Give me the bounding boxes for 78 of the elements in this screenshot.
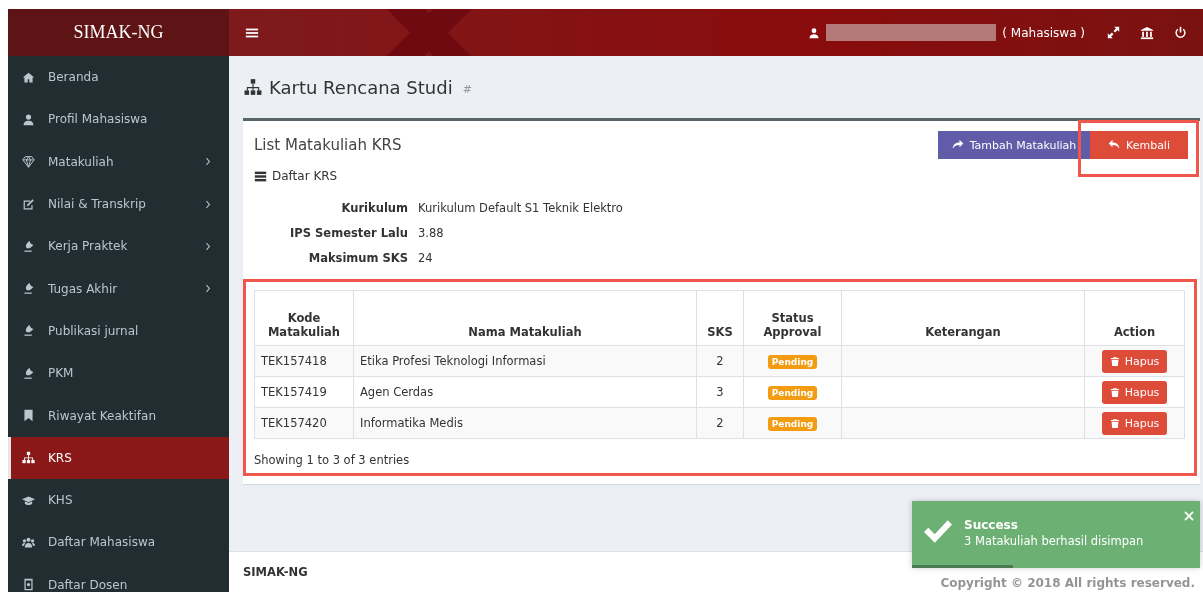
card-title: List Matakuliah KRS <box>254 136 402 154</box>
pen-icon <box>22 239 35 253</box>
info-label: Maksimum SKS <box>308 251 408 265</box>
id-badge-icon <box>22 578 35 592</box>
footer-brand: SIMAK-NG <box>243 565 308 579</box>
user-menu[interactable]: ( Mahasiswa ) <box>808 24 1085 41</box>
page-title: Kartu Rencana Studi <box>269 76 453 98</box>
graduation-cap-icon <box>22 493 35 507</box>
sitemap-icon <box>22 451 35 465</box>
close-icon <box>1184 511 1194 521</box>
column-header: Nama Matakuliah <box>353 290 697 346</box>
sidebar-item[interactable]: Publikasi jurnal <box>8 309 229 353</box>
delete-button[interactable]: Hapus <box>1101 380 1168 404</box>
sidebar-item[interactable]: Tugas Akhir <box>8 267 229 310</box>
user-icon <box>808 26 821 39</box>
user-icon <box>22 112 35 126</box>
expand-icon <box>1107 26 1120 39</box>
pen-icon <box>22 366 35 380</box>
brand-title: SIMAK-NG <box>73 22 164 43</box>
table-cell: Informatika Medis <box>353 407 697 439</box>
sitemap-icon <box>243 78 263 96</box>
power-icon <box>1174 26 1187 39</box>
list-icon <box>254 169 267 183</box>
delete-button[interactable]: Hapus <box>1101 349 1168 373</box>
bank-icon <box>1140 25 1154 40</box>
info-value: 3.88 <box>418 226 445 240</box>
info-value: Kurikulum Default S1 Teknik Elektro <box>418 201 624 215</box>
checkmark-icon <box>924 519 952 544</box>
home-icon <box>22 70 35 84</box>
toast-title: Success <box>964 517 1018 532</box>
info-label: IPS Semester Lalu <box>290 226 408 240</box>
sidebar-item[interactable]: Beranda <box>8 56 229 99</box>
sidebar-item[interactable]: Kerja Praktek <box>8 225 229 268</box>
status-badge: Pending <box>767 385 818 400</box>
users-icon <box>22 535 35 549</box>
sidebar-item[interactable]: Matakuliah <box>8 140 229 183</box>
table-cell: 3 <box>696 376 744 408</box>
add-button[interactable]: Tambah Matakuliah <box>938 131 1090 159</box>
sidebar-item[interactable]: Daftar Dosen <box>8 563 229 592</box>
pen-icon <box>22 324 35 338</box>
sidebar-item[interactable]: KRS <box>8 436 229 479</box>
table-cell: TEK157420 <box>254 407 354 439</box>
sidebar-item[interactable]: Riwayat Keaktifan <box>8 394 229 437</box>
sidebar-item[interactable]: Nilai & Transkrip <box>8 182 229 226</box>
section-subtitle: Daftar KRS <box>272 169 338 183</box>
copyright-text: Copyright © 2018 All rights reserved. <box>940 576 1195 590</box>
column-header: Action <box>1084 290 1185 346</box>
diamond-icon <box>22 155 35 169</box>
user-role: ( Mahasiswa ) <box>1002 25 1085 40</box>
info-label: Kurikulum <box>341 201 408 215</box>
trash-icon <box>1109 386 1120 398</box>
table-cell: TEK157419 <box>254 376 354 408</box>
sidebar-item[interactable]: Profil Mahasiswa <box>8 98 229 141</box>
back-button[interactable]: Kembali <box>1090 131 1188 159</box>
sidebar-item[interactable]: KHS <box>8 478 229 522</box>
trash-icon <box>1109 417 1120 429</box>
edit-icon <box>22 197 35 211</box>
table-cell: Agen Cerdas <box>353 376 697 408</box>
pen-icon <box>22 282 35 296</box>
share-arrow-icon <box>951 139 964 151</box>
column-header: SKS <box>696 290 744 346</box>
close-button[interactable] <box>1184 511 1194 521</box>
table-cell: TEK157418 <box>254 345 354 377</box>
table-info: Showing 1 to 3 of 3 entries <box>254 453 411 467</box>
toast-message: 3 Matakuliah berhasil disimpan <box>964 533 1144 548</box>
info-value: 24 <box>418 251 434 265</box>
column-header: Keterangan <box>841 290 1085 346</box>
status-badge: Pending <box>767 416 818 431</box>
trash-icon <box>1109 355 1120 367</box>
sidebar-item[interactable]: Daftar Mahasiswa <box>8 521 229 564</box>
bookmark-icon <box>22 409 35 422</box>
reply-arrow-icon <box>1108 139 1120 151</box>
column-header: Kode Matakuliah <box>254 290 354 346</box>
table-cell: Etika Profesi Teknologi Informasi <box>353 345 697 377</box>
status-badge: Pending <box>767 354 818 369</box>
delete-button[interactable]: Hapus <box>1101 411 1168 435</box>
column-header: Status Approval <box>743 290 842 346</box>
sidebar-item[interactable]: PKM <box>8 352 229 395</box>
